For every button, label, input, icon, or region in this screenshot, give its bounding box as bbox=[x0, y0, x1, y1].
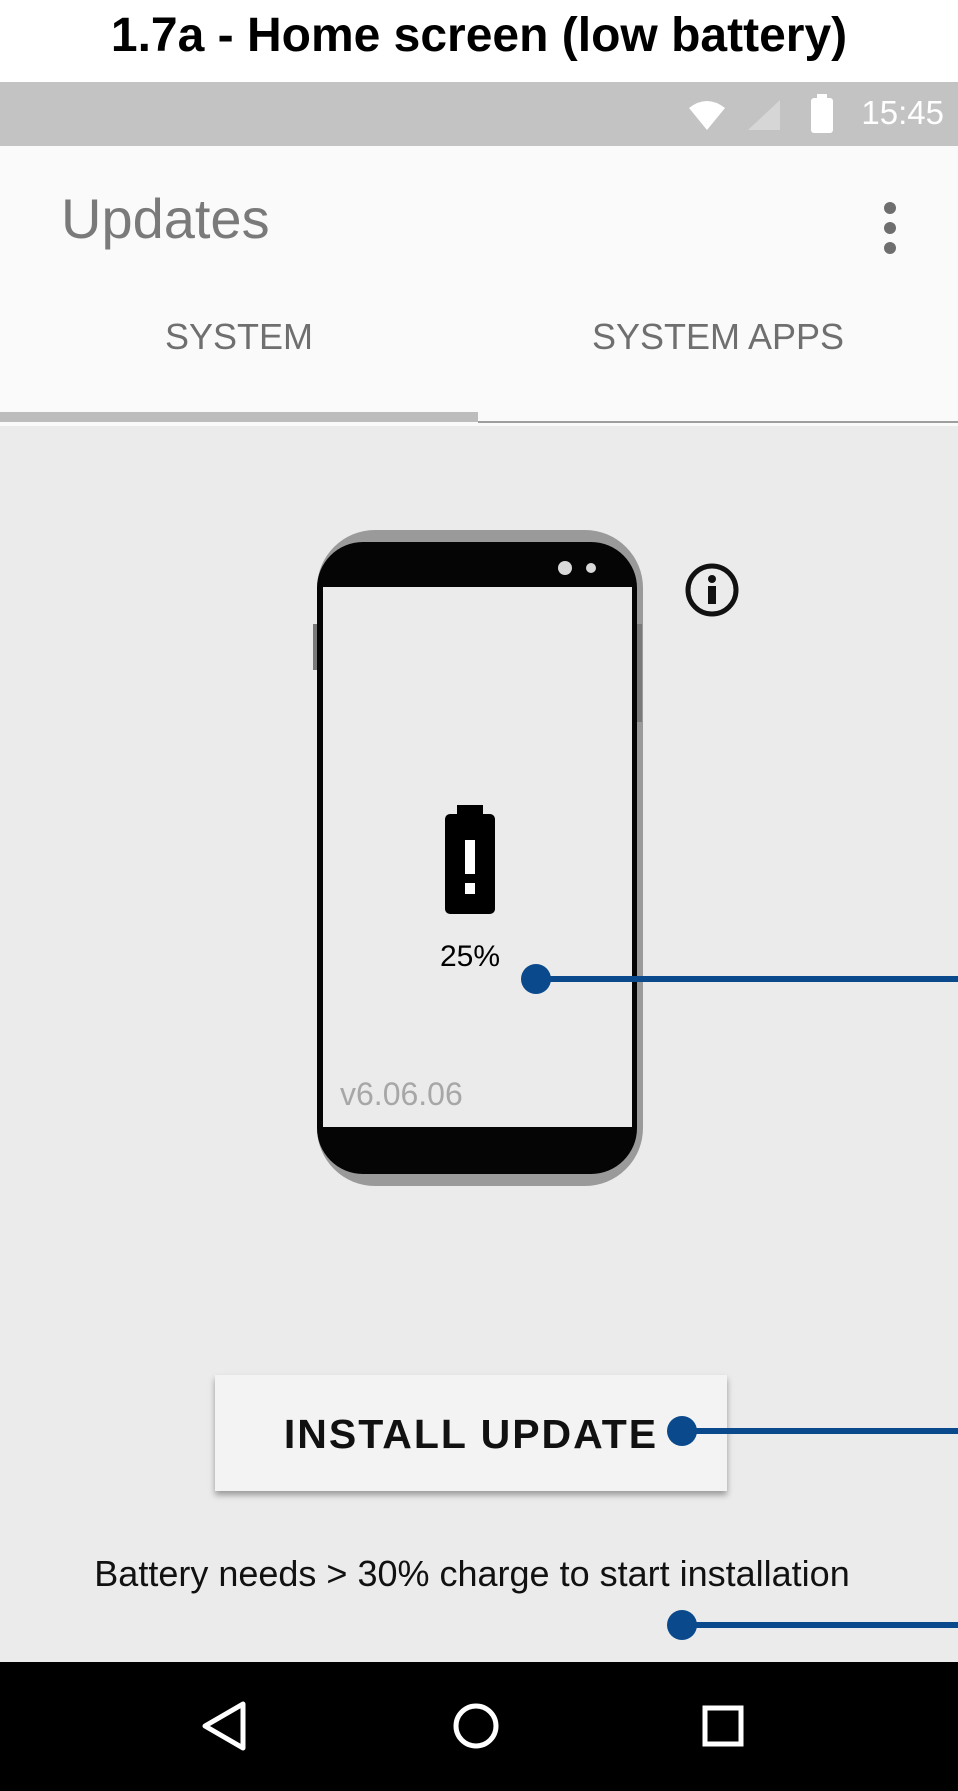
battery-percent: 25% bbox=[439, 940, 501, 973]
annotation-dot-message bbox=[667, 1610, 697, 1640]
firmware-version: v6.06.06 bbox=[340, 1076, 463, 1112]
screen-caption-text: 1.7a - Home screen (low battery) bbox=[110, 9, 848, 62]
status-bar: 15:45 bbox=[0, 82, 958, 146]
home-icon bbox=[453, 1703, 499, 1749]
install-update-button[interactable]: INSTALL UPDATE bbox=[215, 1375, 727, 1491]
annotation-dot-install bbox=[667, 1416, 697, 1446]
back-icon bbox=[202, 1701, 246, 1751]
tab-system-apps-label: SYSTEM APPS bbox=[591, 316, 845, 357]
battery-requirement-message: Battery needs > 30% charge to start inst… bbox=[94, 1553, 850, 1594]
wifi-icon bbox=[689, 101, 725, 130]
app-bar: Updates SYSTEM SYSTEM APPS bbox=[0, 146, 958, 426]
annotation-line-battery bbox=[536, 976, 958, 982]
more-vert-icon bbox=[884, 202, 896, 254]
tab-system-label: SYSTEM bbox=[164, 316, 314, 357]
battery-icon bbox=[811, 94, 833, 133]
recents-button[interactable] bbox=[683, 1690, 763, 1762]
home-button[interactable] bbox=[436, 1690, 516, 1762]
screen-caption: 1.7a - Home screen (low battery) bbox=[0, 0, 958, 82]
info-icon[interactable] bbox=[684, 562, 740, 618]
navigation-bar bbox=[0, 1662, 958, 1791]
tab-indicator bbox=[0, 412, 478, 422]
annotation-dot-battery bbox=[521, 964, 551, 994]
cell-signal-icon bbox=[748, 100, 780, 130]
annotation-line-message bbox=[682, 1622, 958, 1628]
back-button[interactable] bbox=[184, 1690, 264, 1762]
battery-alert-icon bbox=[445, 805, 495, 914]
app-title: Updates bbox=[61, 187, 270, 250]
recents-icon bbox=[702, 1705, 744, 1747]
more-options-button[interactable] bbox=[870, 198, 910, 258]
tab-system[interactable]: SYSTEM bbox=[0, 316, 478, 388]
status-time: 15:45 bbox=[861, 94, 944, 131]
tab-system-apps[interactable]: SYSTEM APPS bbox=[478, 316, 958, 388]
install-update-label: INSTALL UPDATE bbox=[283, 1411, 659, 1457]
tab-divider bbox=[478, 421, 958, 423]
annotation-line-install bbox=[682, 1428, 958, 1434]
